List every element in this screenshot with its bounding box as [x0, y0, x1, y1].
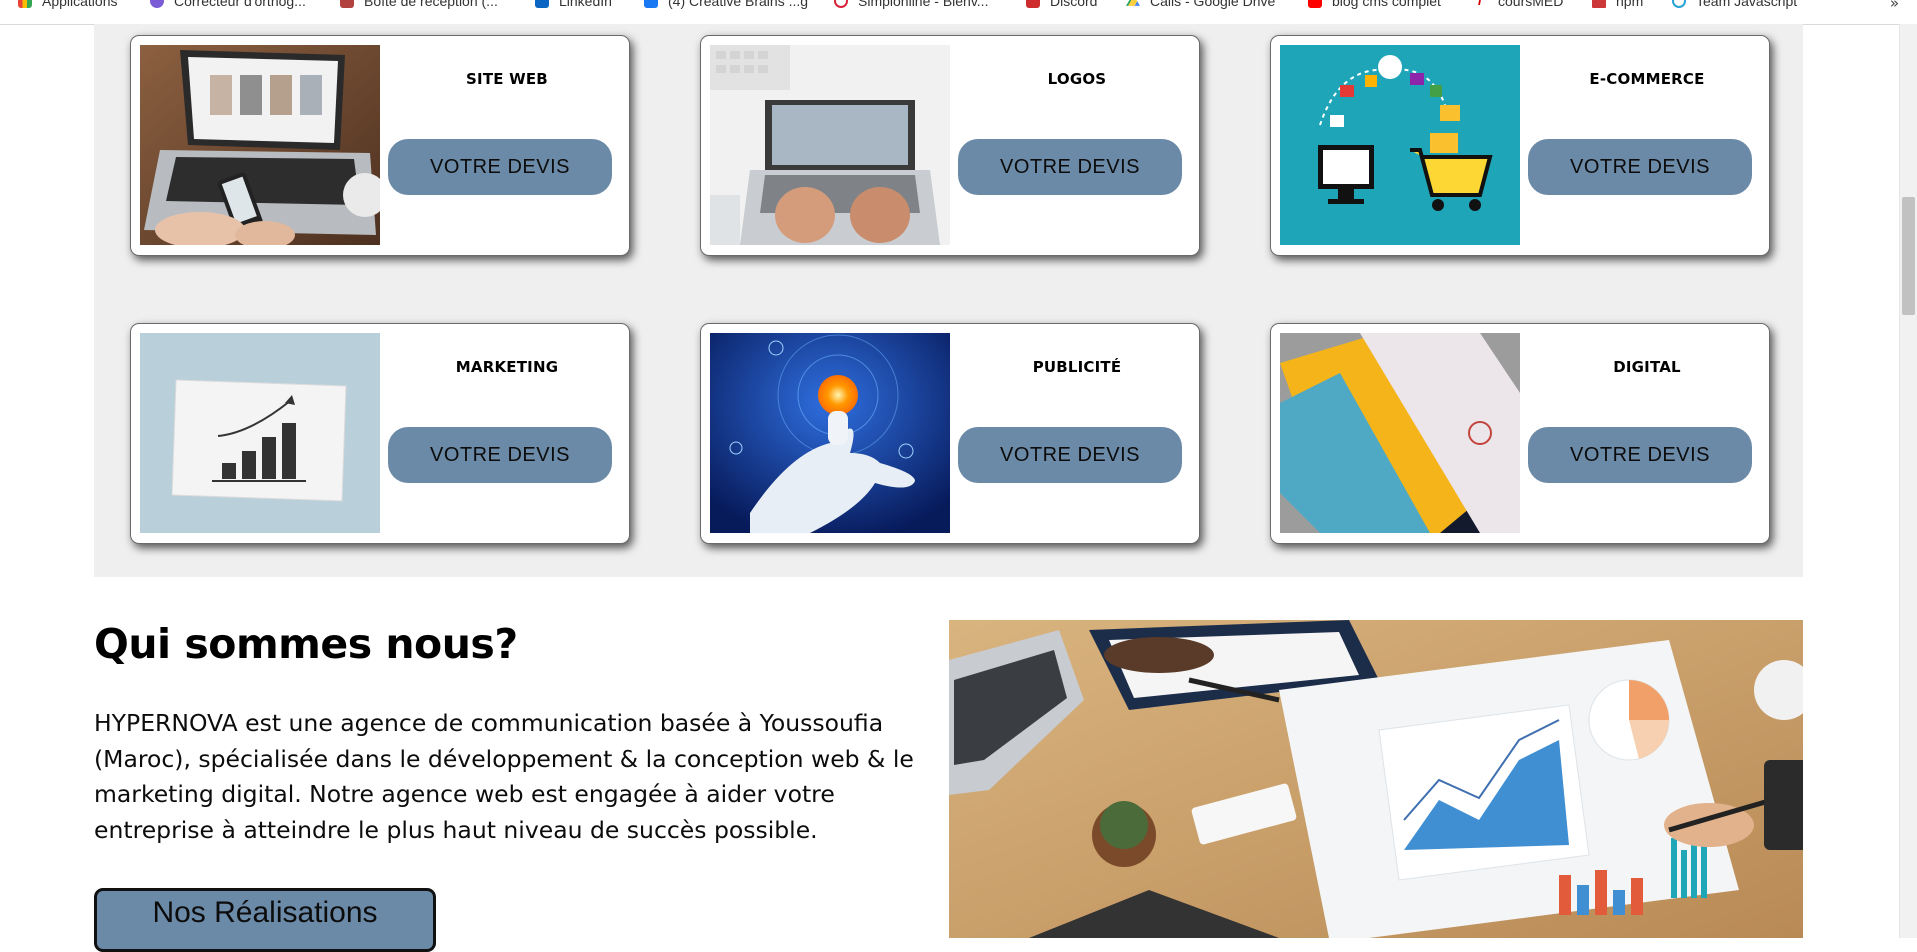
votre-devis-button[interactable]: VOTRE DEVIS	[958, 139, 1182, 195]
bookmark-blog-cms[interactable]: blog cms complet	[1308, 0, 1441, 11]
simplon-icon	[834, 0, 848, 8]
team-icon	[1672, 0, 1686, 8]
votre-devis-button[interactable]: VOTRE DEVIS	[388, 427, 612, 483]
bookmark-applications[interactable]: Applications	[18, 0, 118, 11]
nos-realisations-button[interactable]: Nos Réalisations	[94, 888, 436, 952]
npm-icon	[1592, 0, 1606, 8]
bookmarks-bar: Applications Correcteur d'orthog... Boît…	[0, 0, 1917, 25]
bookmark-linkedin[interactable]: LinkedIn	[535, 0, 612, 11]
bookmark-correcteur[interactable]: Correcteur d'orthog...	[150, 0, 306, 11]
apps-grid-icon	[18, 0, 32, 8]
linkedin-icon	[535, 0, 549, 8]
service-title: E-COMMERCE	[1589, 70, 1705, 88]
service-title: DIGITAL	[1613, 358, 1681, 376]
bookmark-creative-brains[interactable]: (4) Creative Brains ...g	[644, 0, 808, 11]
service-card-e-commerce: E-COMMERCE VOTRE DEVIS	[1270, 35, 1770, 256]
facebook-icon	[644, 0, 658, 8]
bookmark-simplonline[interactable]: Simplonline - Bienv...	[834, 0, 988, 11]
bookmark-boite-reception[interactable]: Boîte de réception (...	[340, 0, 498, 11]
votre-devis-button[interactable]: VOTRE DEVIS	[388, 139, 612, 195]
bookmark-npm[interactable]: npm	[1592, 0, 1643, 11]
page-scrollbar[interactable]	[1899, 24, 1917, 938]
google-drive-icon	[1126, 0, 1140, 6]
discord-icon	[1026, 0, 1040, 8]
service-title: SITE WEB	[466, 70, 548, 88]
typing-laptop-image	[710, 45, 950, 245]
services-section: SITE WEB VOTRE DEVIS LOGOS VOTRE DEVIS E…	[94, 24, 1803, 577]
bookmarks-overflow-button[interactable]: »	[1890, 0, 1899, 12]
business-cards-image	[1280, 333, 1520, 533]
about-title: Qui sommes nous?	[94, 620, 518, 668]
service-card-logos: LOGOS VOTRE DEVIS	[700, 35, 1200, 256]
bookmark-coursmed[interactable]: / coursMED	[1478, 0, 1563, 11]
bookmark-google-drive[interactable]: Calls - Google Drive	[1126, 0, 1275, 11]
service-card-publicite: PUBLICITÉ VOTRE DEVIS	[700, 323, 1200, 544]
service-card-digital: DIGITAL VOTRE DEVIS	[1270, 323, 1770, 544]
laptop-website-image	[140, 45, 380, 245]
youtube-icon	[1308, 0, 1322, 8]
slash-icon: /	[1478, 0, 1483, 9]
business-analytics-desk-image	[949, 620, 1803, 938]
service-title: LOGOS	[1047, 70, 1107, 88]
service-title: MARKETING	[455, 358, 559, 376]
votre-devis-button[interactable]: VOTRE DEVIS	[1528, 427, 1752, 483]
scrollbar-thumb[interactable]	[1902, 197, 1915, 315]
votre-devis-button[interactable]: VOTRE DEVIS	[1528, 139, 1752, 195]
robot-hand-cart-image	[710, 333, 950, 533]
about-description: HYPERNOVA est une agence de communicatio…	[94, 709, 914, 844]
votre-devis-button[interactable]: VOTRE DEVIS	[958, 427, 1182, 483]
mail-icon	[340, 0, 354, 8]
bookmark-team-javascript[interactable]: Team Javascript	[1672, 0, 1797, 11]
service-card-site-web: SITE WEB VOTRE DEVIS	[130, 35, 630, 256]
bookmark-discord[interactable]: Discord	[1026, 0, 1097, 11]
service-title: PUBLICITÉ	[1032, 358, 1122, 376]
growth-chart-image	[140, 333, 380, 533]
ecommerce-illustration-image	[1280, 45, 1520, 245]
service-card-marketing: MARKETING VOTRE DEVIS	[130, 323, 630, 544]
spellcheck-icon	[150, 0, 164, 8]
